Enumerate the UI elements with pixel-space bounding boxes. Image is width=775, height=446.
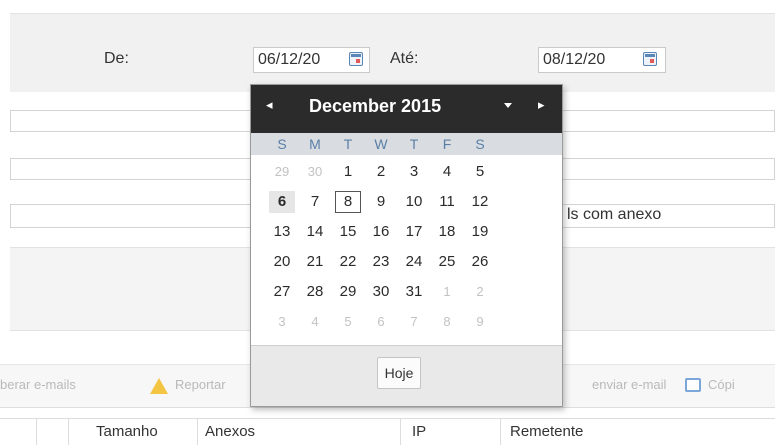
day-cell[interactable]: 1 (434, 281, 460, 303)
day-cell[interactable]: 26 (467, 251, 493, 273)
day-cell[interactable]: 23 (368, 251, 394, 273)
day-cell[interactable]: 29 (269, 161, 295, 183)
weekday-label: W (374, 136, 388, 152)
day-cell[interactable]: 9 (467, 311, 493, 333)
weekday-label: T (409, 136, 419, 152)
day-cell[interactable]: 19 (467, 221, 493, 243)
day-cell[interactable]: 2 (467, 281, 493, 303)
column-divider (500, 418, 501, 445)
column-divider (197, 418, 198, 445)
day-cell[interactable]: 5 (467, 161, 493, 183)
day-cell[interactable]: 14 (302, 221, 328, 243)
datepicker-header: ◂ December 2015 ▸ (251, 85, 562, 133)
day-cell[interactable]: 21 (302, 251, 328, 273)
day-cell[interactable]: 7 (302, 191, 328, 213)
column-header-sender[interactable]: Remetente (510, 423, 583, 440)
weekday-label: T (343, 136, 353, 152)
day-cell[interactable]: 4 (302, 311, 328, 333)
month-year-selector[interactable]: December 2015 (309, 96, 441, 117)
day-cell[interactable]: 4 (434, 161, 460, 183)
day-cell[interactable]: 25 (434, 251, 460, 273)
day-cell[interactable]: 16 (368, 221, 394, 243)
day-cell-selected[interactable]: 8 (335, 191, 361, 213)
day-cell[interactable]: 6 (368, 311, 394, 333)
day-cell[interactable]: 9 (368, 191, 394, 213)
attachment-checkbox-label[interactable]: ls com anexo (567, 206, 661, 224)
day-cell[interactable]: 15 (335, 221, 361, 243)
day-cell[interactable]: 31 (401, 281, 427, 303)
chevron-down-icon[interactable] (504, 103, 512, 108)
datepicker-popup: ◂ December 2015 ▸ S M T W T F S 29 30 1 … (250, 84, 563, 407)
day-cell[interactable]: 12 (467, 191, 493, 213)
day-cell[interactable]: 18 (434, 221, 460, 243)
report-button[interactable]: Reportar (175, 377, 226, 392)
today-button[interactable]: Hoje (377, 357, 421, 389)
day-cell[interactable]: 10 (401, 191, 427, 213)
day-cell[interactable]: 3 (269, 311, 295, 333)
recover-emails-button[interactable]: berar e-mails (0, 377, 76, 392)
calendar-icon[interactable] (643, 52, 657, 66)
day-cell[interactable]: 1 (335, 161, 361, 183)
column-header-size[interactable]: Tamanho (96, 423, 158, 440)
weekday-label: M (309, 136, 321, 152)
copy-button[interactable]: Cópi (708, 377, 735, 392)
warning-icon (150, 378, 168, 394)
day-cell[interactable]: 5 (335, 311, 361, 333)
day-cell[interactable]: 28 (302, 281, 328, 303)
day-cell[interactable]: 30 (368, 281, 394, 303)
day-cell-start[interactable]: 6 (269, 191, 295, 213)
weekday-label: F (442, 136, 452, 152)
column-header-ip[interactable]: IP (412, 423, 426, 440)
day-cell[interactable]: 13 (269, 221, 295, 243)
top-band (0, 0, 775, 13)
to-label: Até: (390, 50, 419, 67)
next-month-icon[interactable]: ▸ (538, 97, 545, 113)
day-cell[interactable]: 27 (269, 281, 295, 303)
from-date-input[interactable]: 06/12/20 (253, 47, 370, 73)
day-cell[interactable]: 24 (401, 251, 427, 273)
copy-icon (685, 378, 701, 392)
day-cell[interactable]: 2 (368, 161, 394, 183)
column-divider (400, 418, 401, 445)
day-cell[interactable]: 20 (269, 251, 295, 273)
column-divider (36, 418, 37, 445)
previous-month-icon[interactable]: ◂ (266, 97, 273, 113)
day-cell[interactable]: 17 (401, 221, 427, 243)
day-cell[interactable]: 3 (401, 161, 427, 183)
weekday-label: S (475, 136, 485, 152)
day-cell[interactable]: 30 (302, 161, 328, 183)
day-cell[interactable]: 29 (335, 281, 361, 303)
from-date-value: 06/12/20 (258, 51, 321, 68)
day-cell[interactable]: 22 (335, 251, 361, 273)
resend-email-button[interactable]: enviar e-mail (592, 377, 666, 392)
from-label: De: (104, 50, 129, 67)
day-cell[interactable]: 8 (434, 311, 460, 333)
column-header-attachments[interactable]: Anexos (205, 423, 255, 440)
weekday-label: S (277, 136, 287, 152)
to-date-input[interactable]: 08/12/20 (538, 47, 666, 73)
day-cell[interactable]: 7 (401, 311, 427, 333)
day-cell[interactable]: 11 (434, 191, 460, 213)
column-divider (68, 418, 69, 445)
to-date-value: 08/12/20 (543, 51, 606, 68)
calendar-icon[interactable] (349, 52, 363, 66)
